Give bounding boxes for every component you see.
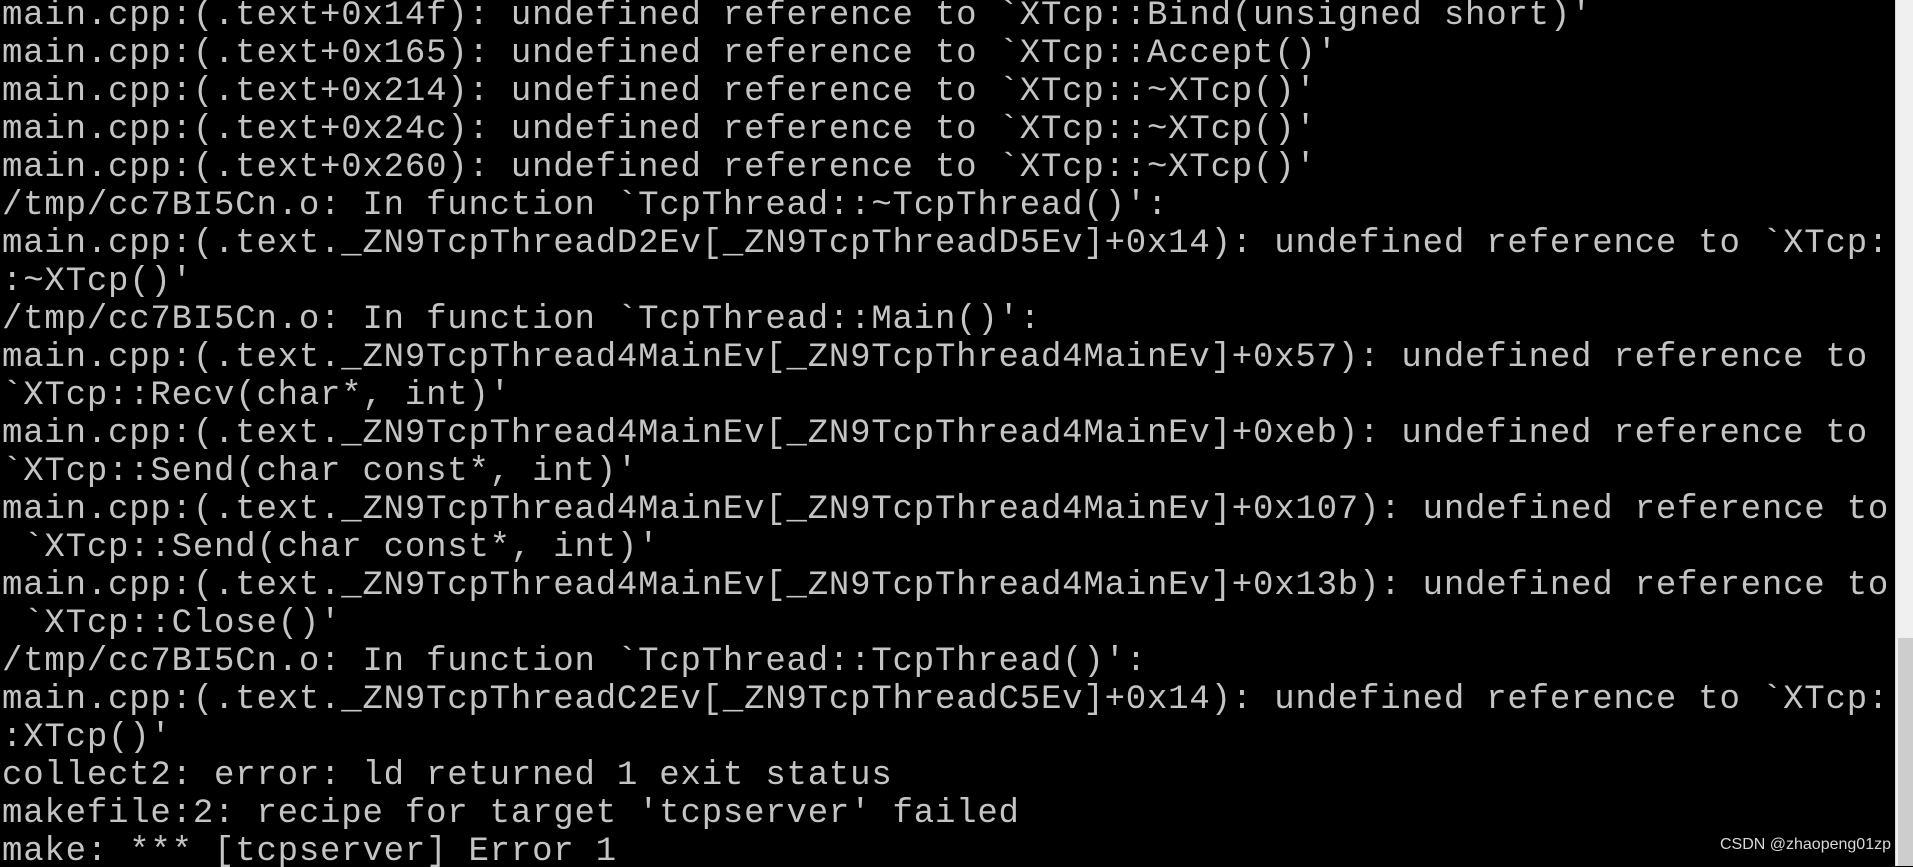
terminal-line: /tmp/cc7BI5Cn.o: In function `TcpThread:…: [2, 187, 1169, 225]
terminal-line: :~XTcp()': [2, 263, 193, 301]
scrollbar-thumb[interactable]: [1898, 638, 1913, 866]
terminal-line: `XTcp::Send(char const*, int)': [2, 529, 660, 567]
terminal-line: main.cpp:(.text._ZN9TcpThreadC2Ev[_ZN9Tc…: [2, 681, 1890, 719]
scrollbar[interactable]: [1895, 0, 1913, 866]
terminal-line: main.cpp:(.text._ZN9TcpThread4MainEv[_ZN…: [2, 415, 1868, 453]
terminal-line: main.cpp:(.text+0x24c): undefined refere…: [2, 111, 1317, 149]
terminal-output: main.cpp:(.text+0x14f): undefined refere…: [0, 0, 1895, 867]
terminal-line: `XTcp::Recv(char*, int)': [2, 377, 511, 415]
terminal-line: main.cpp:(.text+0x165): undefined refere…: [2, 35, 1338, 73]
terminal-line: :XTcp()': [2, 719, 172, 757]
terminal-line: make: *** [tcpserver] Error 1: [2, 833, 617, 867]
terminal-line: main.cpp:(.text._ZN9TcpThreadD2Ev[_ZN9Tc…: [2, 225, 1890, 263]
terminal-line: /tmp/cc7BI5Cn.o: In function `TcpThread:…: [2, 643, 1147, 681]
terminal-line: `XTcp::Close()': [2, 605, 342, 643]
terminal-line: makefile:2: recipe for target 'tcpserver…: [2, 795, 1020, 833]
terminal-line: main.cpp:(.text+0x260): undefined refere…: [2, 149, 1317, 187]
terminal-line: main.cpp:(.text+0x214): undefined refere…: [2, 73, 1317, 111]
terminal-line: main.cpp:(.text+0x14f): undefined refere…: [2, 0, 1593, 35]
terminal-line: `XTcp::Send(char const*, int)': [2, 453, 639, 491]
terminal-line: /tmp/cc7BI5Cn.o: In function `TcpThread:…: [2, 301, 1041, 339]
terminal-line: collect2: error: ld returned 1 exit stat…: [2, 757, 893, 795]
terminal-line: main.cpp:(.text._ZN9TcpThread4MainEv[_ZN…: [2, 491, 1890, 529]
watermark: CSDN @zhaopeng01zp: [1719, 836, 1891, 853]
terminal-line: main.cpp:(.text._ZN9TcpThread4MainEv[_ZN…: [2, 567, 1890, 605]
terminal-line: main.cpp:(.text._ZN9TcpThread4MainEv[_ZN…: [2, 339, 1868, 377]
